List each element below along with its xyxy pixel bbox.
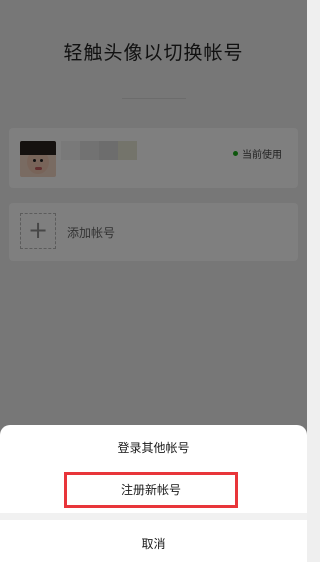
cancel-button[interactable]: 取消 [0, 535, 307, 552]
login-other-account-button[interactable]: 登录其他帐号 [0, 439, 307, 456]
sheet-separator [0, 513, 307, 520]
register-highlight-box: 注册新帐号 [64, 472, 238, 508]
action-sheet: 登录其他帐号 注册新帐号 取消 [0, 425, 307, 562]
register-new-account-button[interactable]: 注册新帐号 [67, 475, 235, 505]
